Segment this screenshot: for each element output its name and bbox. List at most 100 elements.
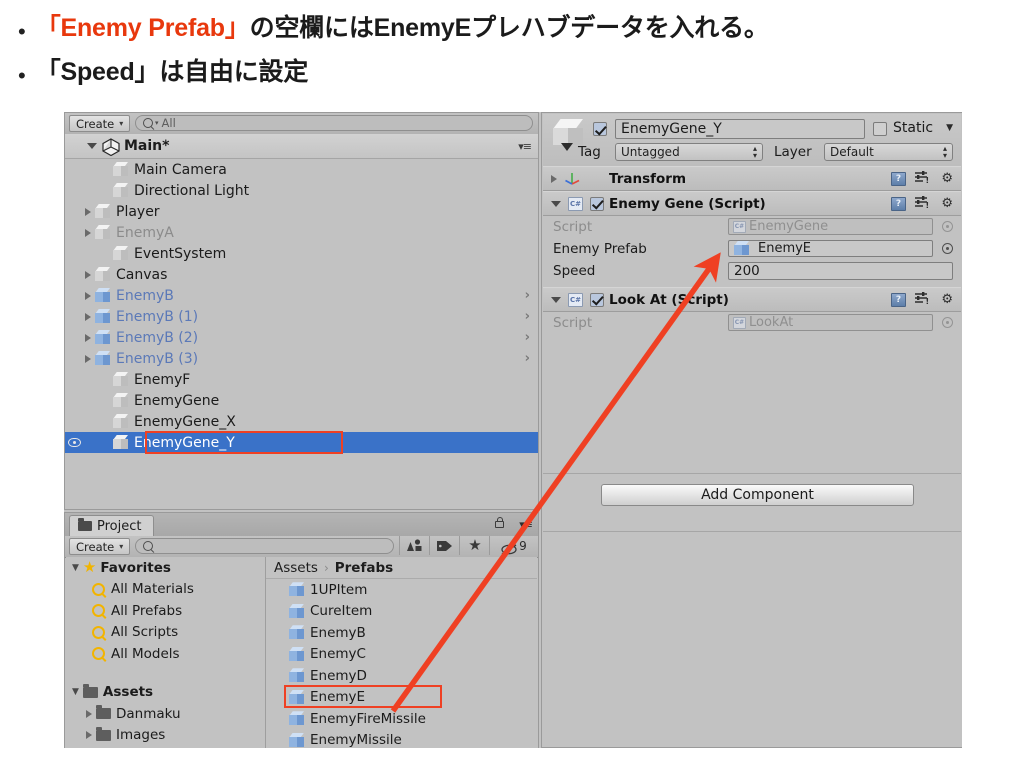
hierarchy-item-enemyb[interactable]: EnemyB ›: [65, 285, 538, 306]
add-component-button[interactable]: Add Component: [601, 484, 914, 506]
object-picker-icon[interactable]: [942, 243, 953, 254]
project-folder-danmaku[interactable]: Danmaku: [66, 703, 265, 725]
project-assets-group[interactable]: ▼ Assets: [66, 682, 265, 704]
help-book-icon[interactable]: ?: [891, 171, 906, 186]
chevron-right-icon[interactable]: [85, 312, 91, 321]
prefab-cube-icon: [288, 603, 305, 619]
hierarchy-item-canvas[interactable]: Canvas: [65, 264, 538, 285]
gameobject-enabled-checkbox[interactable]: [593, 122, 607, 136]
project-asset-enemye[interactable]: EnemyE: [266, 687, 537, 709]
chevron-right-icon[interactable]: [85, 333, 91, 342]
chevron-right-icon[interactable]: ›: [525, 351, 530, 366]
preset-icon[interactable]: !: [914, 291, 929, 309]
static-checkbox[interactable]: [873, 122, 887, 136]
chevron-right-icon[interactable]: [85, 291, 91, 300]
hierarchy-search-input[interactable]: ▾ All: [135, 115, 533, 131]
project-asset-enemyc[interactable]: EnemyC: [266, 644, 537, 666]
static-dropdown-caret[interactable]: ▼: [946, 123, 953, 133]
chevron-right-icon: ›: [323, 560, 329, 575]
hierarchy-item-enemygene-x[interactable]: EnemyGene_X: [65, 411, 538, 432]
project-favorite-all-prefabs[interactable]: All Prefabs: [66, 600, 265, 622]
project-asset-enemyfiremissile[interactable]: EnemyFireMissile: [266, 708, 537, 730]
project-asset-1upitem[interactable]: 1UPItem: [266, 579, 537, 601]
lock-open-icon[interactable]: [495, 517, 504, 528]
chevron-down-icon[interactable]: [551, 296, 561, 303]
project-asset-enemyd[interactable]: EnemyD: [266, 665, 537, 687]
hierarchy-item-player[interactable]: Player: [65, 201, 538, 222]
label-filter-icon[interactable]: [429, 536, 460, 555]
hierarchy-item-main-camera[interactable]: Main Camera: [65, 159, 538, 180]
hierarchy-item-label: EnemyGene_X: [134, 413, 236, 430]
hierarchy-menu-icon[interactable]: ▾≡: [518, 140, 532, 153]
chevron-right-icon[interactable]: ›: [525, 330, 530, 345]
property-input-speed[interactable]: 200: [728, 262, 953, 280]
hidden-eye-filter[interactable]: 9: [489, 536, 538, 555]
gear-icon[interactable]: ⚙: [941, 172, 953, 185]
chevron-right-icon[interactable]: [85, 228, 91, 237]
component-enabled-checkbox[interactable]: [590, 292, 604, 307]
csharp-mini-icon: C#: [733, 220, 746, 233]
component-header-transform[interactable]: Transform?! ⚙: [543, 166, 961, 191]
component-header-look-at-script[interactable]: C# Look At (Script)?! ⚙: [543, 287, 961, 312]
project-asset-enemymissile[interactable]: EnemyMissile: [266, 730, 537, 748]
project-asset-cureitem[interactable]: CureItem: [266, 601, 537, 623]
object-picker-icon[interactable]: [942, 317, 953, 328]
hierarchy-scene-row[interactable]: Main* ▾≡: [65, 134, 538, 159]
hierarchy-create-button[interactable]: Create ▾: [69, 115, 131, 132]
gear-icon[interactable]: ⚙: [941, 293, 953, 306]
hierarchy-item-directional-light[interactable]: Directional Light: [65, 180, 538, 201]
hierarchy-item-eventsystem[interactable]: EventSystem: [65, 243, 538, 264]
project-favorite-all-models[interactable]: All Models: [66, 643, 265, 665]
gameobject-cube-icon: [94, 267, 111, 282]
bullet-1-highlight: 「Enemy Prefab」: [35, 14, 250, 42]
hierarchy-item-enemygene[interactable]: EnemyGene: [65, 390, 538, 411]
layer-dropdown[interactable]: Default ▴ ▾: [824, 143, 953, 161]
tab-project[interactable]: Project: [69, 515, 155, 536]
project-asset-enemyb[interactable]: EnemyB: [266, 622, 537, 644]
help-book-icon[interactable]: ?: [891, 292, 906, 307]
tag-dropdown[interactable]: Untagged ▴ ▾: [615, 143, 763, 161]
project-assets-label: Assets: [102, 684, 154, 701]
component-header-enemy-gene-script[interactable]: C# Enemy Gene (Script)?! ⚙: [543, 191, 961, 216]
chevron-right-icon[interactable]: [85, 354, 91, 363]
add-component-label: Add Component: [701, 487, 814, 503]
help-book-icon[interactable]: ?: [891, 196, 906, 211]
hierarchy-item-enemya[interactable]: EnemyA: [65, 222, 538, 243]
chevron-down-icon[interactable]: ▼: [72, 687, 79, 697]
component-enabled-checkbox[interactable]: [590, 196, 604, 211]
project-favorite-all-materials[interactable]: All Materials: [66, 579, 265, 601]
object-picker-icon[interactable]: [942, 221, 953, 232]
visibility-eye-icon[interactable]: [68, 438, 81, 447]
property-objectfield-enemy-prefab[interactable]: EnemyE: [728, 240, 933, 257]
hierarchy-item-enemyf[interactable]: EnemyF: [65, 369, 538, 390]
gear-icon[interactable]: ⚙: [941, 197, 953, 210]
chevron-right-icon[interactable]: [85, 270, 91, 279]
chevron-right-icon[interactable]: [85, 207, 91, 216]
project-menu-icon[interactable]: ▾≡: [519, 518, 533, 531]
chevron-right-icon[interactable]: [86, 709, 92, 718]
project-create-button[interactable]: Create ▾: [69, 538, 131, 555]
hierarchy-item-enemyb-2[interactable]: EnemyB (2) ›: [65, 327, 538, 348]
project-favorite-all-scripts[interactable]: All Scripts: [66, 622, 265, 644]
chevron-down-icon[interactable]: ▼: [72, 563, 79, 573]
project-favorites-group[interactable]: ▼ ★ Favorites: [66, 557, 265, 579]
chevron-down-icon[interactable]: [87, 143, 97, 149]
hierarchy-item-enemyb-3[interactable]: EnemyB (3) ›: [65, 348, 538, 369]
chevron-right-icon[interactable]: ›: [525, 309, 530, 324]
breadcrumb-root[interactable]: Assets: [274, 560, 318, 576]
chevron-right-icon[interactable]: ›: [525, 288, 530, 303]
chevron-down-icon[interactable]: [551, 200, 561, 207]
shape-filter-icon[interactable]: [399, 536, 430, 555]
project-search-input[interactable]: [135, 538, 394, 554]
hierarchy-item-enemygene-y[interactable]: EnemyGene_Y: [65, 432, 538, 453]
chevron-right-icon[interactable]: [551, 174, 557, 183]
hierarchy-item-label: EnemyB (1): [116, 308, 199, 325]
favorite-star-icon[interactable]: ★: [459, 536, 490, 555]
gameobject-name-input[interactable]: EnemyGene_Y: [615, 119, 865, 139]
preset-icon[interactable]: !: [914, 170, 929, 188]
project-folder-images[interactable]: Images: [66, 725, 265, 747]
hidden-count: 9: [519, 538, 527, 553]
hierarchy-item-enemyb-1[interactable]: EnemyB (1) ›: [65, 306, 538, 327]
preset-icon[interactable]: !: [914, 195, 929, 213]
chevron-right-icon[interactable]: [86, 731, 92, 740]
